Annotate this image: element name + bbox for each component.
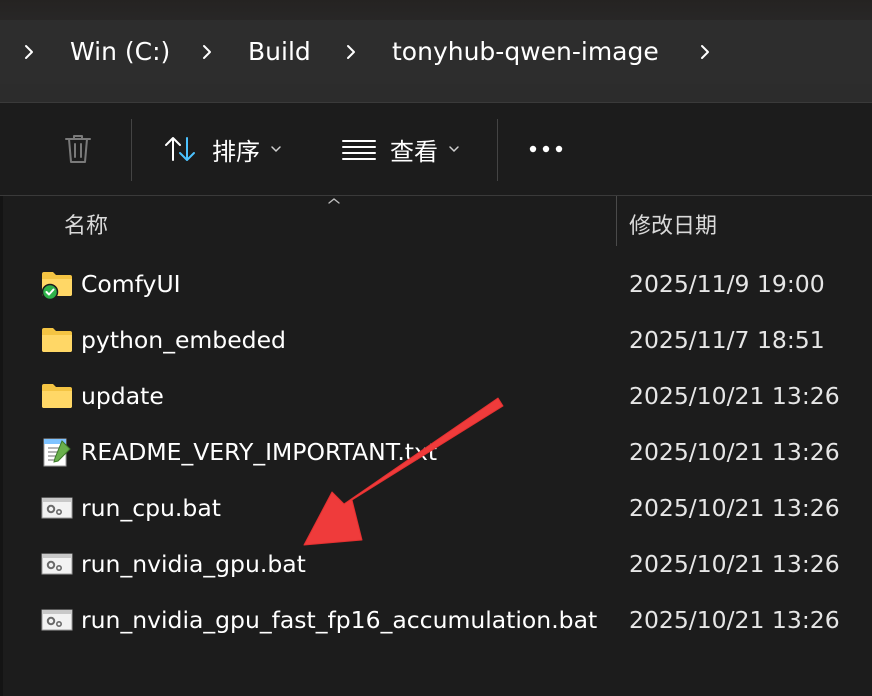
file-name: run_nvidia_gpu_fast_fp16_accumulation.ba… <box>81 606 598 634</box>
file-date-modified: 2025/11/7 18:51 <box>629 326 825 354</box>
file-row[interactable]: ComfyUI 2025/11/9 19:00 <box>0 256 872 312</box>
file-date-modified: 2025/10/21 13:26 <box>629 606 840 634</box>
file-row[interactable]: python_embeded 2025/11/7 18:51 <box>0 312 872 368</box>
chevron-right-icon[interactable] <box>690 38 720 66</box>
folder-icon <box>42 328 72 352</box>
breadcrumb-item-drive[interactable]: Win (C:) <box>70 36 170 68</box>
command-bar: 排序 查看 <box>0 103 872 196</box>
batch-file-icon <box>41 553 73 575</box>
file-date-modified: 2025/10/21 13:26 <box>629 550 840 578</box>
column-header-date-modified[interactable]: 修改日期 <box>629 208 717 240</box>
sort-arrows-icon <box>165 137 195 161</box>
file-date-modified: 2025/10/21 13:26 <box>629 382 840 410</box>
file-row[interactable]: run_nvidia_gpu_fast_fp16_accumulation.ba… <box>0 592 872 648</box>
column-header-name[interactable]: 名称 <box>64 208 108 240</box>
more-options-button[interactable] <box>528 103 564 195</box>
notepad-file-icon <box>43 438 71 467</box>
file-explorer-window: Win (C:) Build tonyhub-qwen-image 排序 查看 … <box>0 0 872 696</box>
file-row[interactable]: run_cpu.bat 2025/10/21 13:26 <box>0 480 872 536</box>
toolbar-separator <box>497 119 498 181</box>
file-date-modified: 2025/10/21 13:26 <box>629 438 840 466</box>
breadcrumb-item-current-folder[interactable]: tonyhub-qwen-image <box>392 36 659 68</box>
toolbar-separator <box>131 119 132 181</box>
chevron-right-icon[interactable] <box>192 38 222 66</box>
view-label: 查看 <box>390 137 438 166</box>
view-button[interactable]: 查看 <box>342 103 460 195</box>
file-row[interactable]: run_nvidia_gpu.bat 2025/10/21 13:26 <box>0 536 872 592</box>
file-row[interactable]: README_VERY_IMPORTANT.txt 2025/10/21 13:… <box>0 424 872 480</box>
file-name: README_VERY_IMPORTANT.txt <box>81 438 438 466</box>
column-resize-handle[interactable] <box>616 196 617 246</box>
folder-icon <box>42 384 72 408</box>
batch-file-icon <box>41 497 73 519</box>
folder-synced-icon <box>41 272 72 300</box>
file-date-modified: 2025/11/9 19:00 <box>629 270 825 298</box>
chevron-right-icon[interactable] <box>336 38 366 66</box>
file-name: python_embeded <box>81 326 286 354</box>
trash-icon <box>65 135 91 163</box>
chevron-right-icon[interactable] <box>14 38 44 66</box>
delete-button[interactable] <box>62 103 94 195</box>
sort-ascending-caret-icon <box>328 198 340 204</box>
file-name: run_nvidia_gpu.bat <box>81 550 306 578</box>
view-list-icon <box>342 140 376 160</box>
more-dots-icon <box>529 145 563 153</box>
chevron-down-icon <box>271 146 281 153</box>
file-row[interactable]: update 2025/10/21 13:26 <box>0 368 872 424</box>
file-date-modified: 2025/10/21 13:26 <box>629 494 840 522</box>
file-name: run_cpu.bat <box>81 494 221 522</box>
address-bar[interactable]: Win (C:) Build tonyhub-qwen-image <box>0 0 872 103</box>
batch-file-icon <box>41 609 73 631</box>
chevron-down-icon <box>449 146 459 153</box>
file-name: ComfyUI <box>81 270 181 298</box>
breadcrumb-item-build[interactable]: Build <box>248 36 311 68</box>
sort-label: 排序 <box>212 137 260 166</box>
column-header: 名称 修改日期 <box>0 196 872 250</box>
sort-button[interactable]: 排序 <box>162 103 282 195</box>
file-name: update <box>81 382 164 410</box>
